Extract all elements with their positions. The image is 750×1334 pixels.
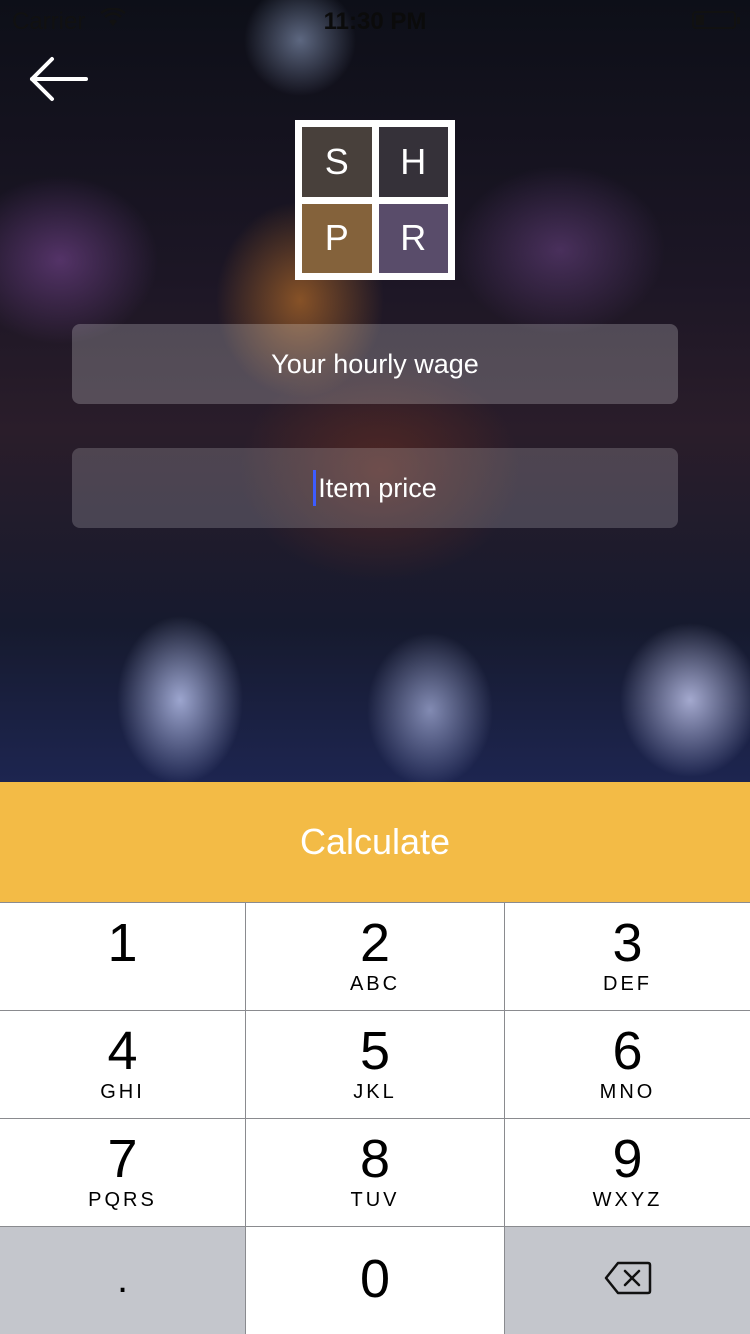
app-logo: S H P R <box>295 120 455 280</box>
delete-key[interactable] <box>505 1227 750 1334</box>
key-letters: PQRS <box>88 1189 157 1211</box>
key-letters: WXYZ <box>592 1189 663 1211</box>
logo-letter: R <box>378 203 448 273</box>
key-digit: 3 <box>612 913 643 973</box>
status-bar: Carrier 11:30 PM <box>0 0 750 40</box>
key-letters: DEF <box>603 973 652 995</box>
hourly-wage-field[interactable]: Your hourly wage <box>72 324 678 404</box>
key-3[interactable]: 3 DEF <box>505 903 750 1010</box>
key-digit: 1 <box>107 913 138 973</box>
battery-icon <box>692 11 740 29</box>
delete-backspace-icon <box>604 1261 651 1295</box>
key-digit: 8 <box>359 1129 391 1189</box>
key-letters: MNO <box>599 1081 656 1103</box>
item-price-placeholder: Item price <box>318 472 437 503</box>
key-digit: 4 <box>107 1021 138 1081</box>
item-price-field[interactable]: Item price <box>72 448 678 528</box>
back-arrow-icon[interactable] <box>28 54 90 104</box>
key-7[interactable]: 7 PQRS <box>0 1119 245 1226</box>
key-6[interactable]: 6 MNO <box>505 1011 750 1118</box>
key-0[interactable]: 0 <box>246 1227 504 1334</box>
text-cursor <box>313 470 317 506</box>
key-letters: JKL <box>353 1081 397 1103</box>
key-letters: ABC <box>349 973 401 995</box>
logo-letter: H <box>378 127 448 197</box>
calculate-button[interactable]: Calculate <box>0 782 750 902</box>
key-letters: TUV <box>350 1189 400 1211</box>
key-digit: 6 <box>612 1021 643 1081</box>
key-digit: 2 <box>359 913 391 973</box>
calculate-label: Calculate <box>299 821 451 862</box>
key-digit: 0 <box>359 1249 391 1309</box>
key-8[interactable]: 8 TUV <box>246 1119 504 1226</box>
key-1[interactable]: 1 <box>0 903 245 1010</box>
key-2[interactable]: 2 ABC <box>246 903 504 1010</box>
key-decimal[interactable]: . <box>0 1227 245 1334</box>
key-5[interactable]: 5 JKL <box>246 1011 504 1118</box>
key-9[interactable]: 9 WXYZ <box>505 1119 750 1226</box>
hourly-wage-placeholder: Your hourly wage <box>271 348 479 379</box>
key-digit: 7 <box>107 1129 138 1189</box>
status-time: 11:30 PM <box>323 8 427 35</box>
numeric-keypad: 1 2 ABC 3 DEF 4 GHI 5 JKL 6 MNO 7 PQRS 8… <box>0 902 750 1334</box>
key-4[interactable]: 4 GHI <box>0 1011 245 1118</box>
key-digit: 5 <box>359 1021 391 1081</box>
key-digit: . <box>116 1257 129 1301</box>
key-digit: 9 <box>612 1129 643 1189</box>
logo-letter: P <box>302 203 372 273</box>
logo-letter: S <box>302 127 372 197</box>
key-letters: GHI <box>100 1081 145 1103</box>
